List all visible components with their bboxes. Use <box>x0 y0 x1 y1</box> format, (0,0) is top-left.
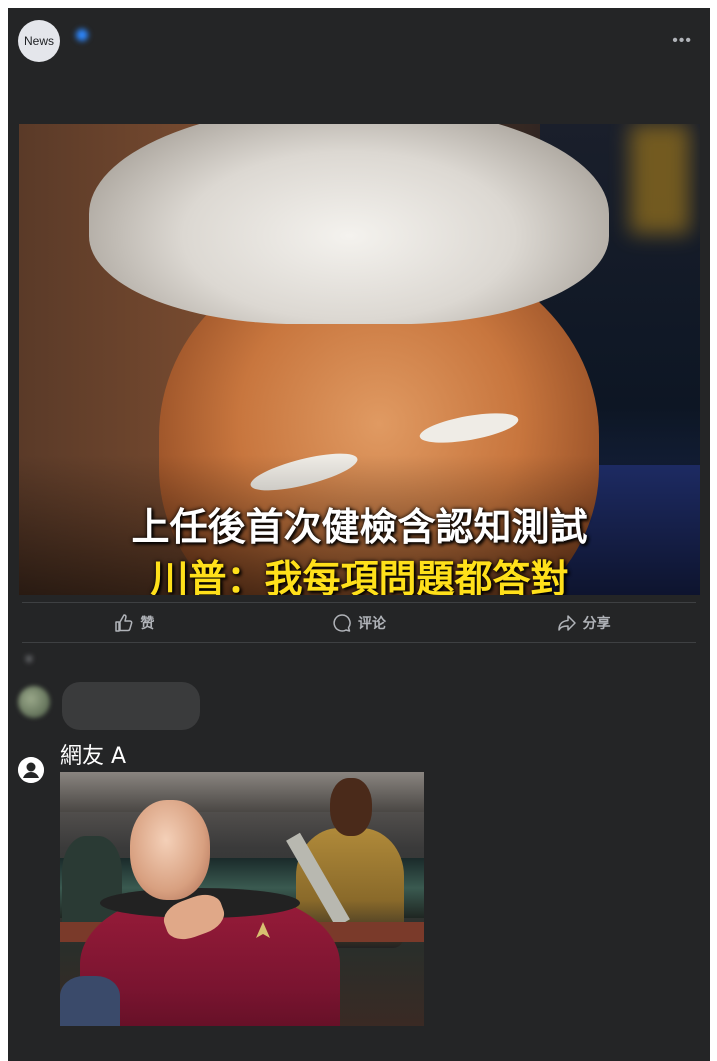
share-button[interactable]: 分享 <box>471 606 696 640</box>
comment-bubble <box>62 682 200 730</box>
person-icon <box>18 757 44 783</box>
page-avatar[interactable]: News <box>18 20 60 62</box>
more-options-button[interactable]: ••• <box>672 32 692 50</box>
post-actions: 赞 评论 分享 <box>22 606 696 640</box>
share-icon <box>557 615 576 631</box>
comment-button-label: 评论 <box>358 615 386 631</box>
comment-icon <box>333 614 351 632</box>
verified-badge-icon <box>76 29 88 42</box>
commenter-name[interactable]: 網友 A <box>60 738 126 770</box>
actions-divider-top <box>22 602 696 603</box>
thumbs-up-icon <box>115 614 133 632</box>
like-button[interactable]: 赞 <box>22 606 247 640</box>
page: News ••• 上任後首次健檢含認知測試 川普：我每項問題都答對 赞 评论 分… <box>0 0 717 1061</box>
comment-sort-dropdown[interactable]: ▾ <box>26 652 32 666</box>
share-button-label: 分享 <box>582 615 611 631</box>
facebook-post: News ••• 上任後首次健檢含認知測試 川普：我每項問題都答對 赞 评论 分… <box>8 8 710 1061</box>
page-avatar-label: News <box>23 34 54 48</box>
actions-divider-bottom <box>22 642 696 643</box>
like-button-label: 赞 <box>140 615 155 631</box>
meme-officer-head <box>330 778 372 836</box>
comment-item <box>18 682 418 738</box>
comment-button[interactable]: 评论 <box>247 606 472 640</box>
post-image[interactable]: 上任後首次健檢含認知測試 川普：我每項問題都答對 <box>19 124 700 595</box>
chevron-down-icon: ▾ <box>26 652 33 666</box>
commenter-avatar[interactable] <box>18 686 50 718</box>
post-header: News ••• <box>8 8 710 120</box>
comment-meme-image[interactable] <box>60 772 424 1026</box>
meme-captain-head <box>130 800 210 900</box>
image-flag-detail <box>630 124 690 234</box>
image-hair <box>89 124 609 324</box>
post-text <box>20 74 660 94</box>
image-caption-line2: 川普：我每項問題都答對 <box>150 557 569 595</box>
meme-bottom-person <box>60 976 120 1026</box>
page-name[interactable] <box>72 26 88 42</box>
image-caption-line1: 上任後首次健檢含認知測試 <box>131 505 588 549</box>
user-avatar-icon[interactable] <box>18 757 44 783</box>
